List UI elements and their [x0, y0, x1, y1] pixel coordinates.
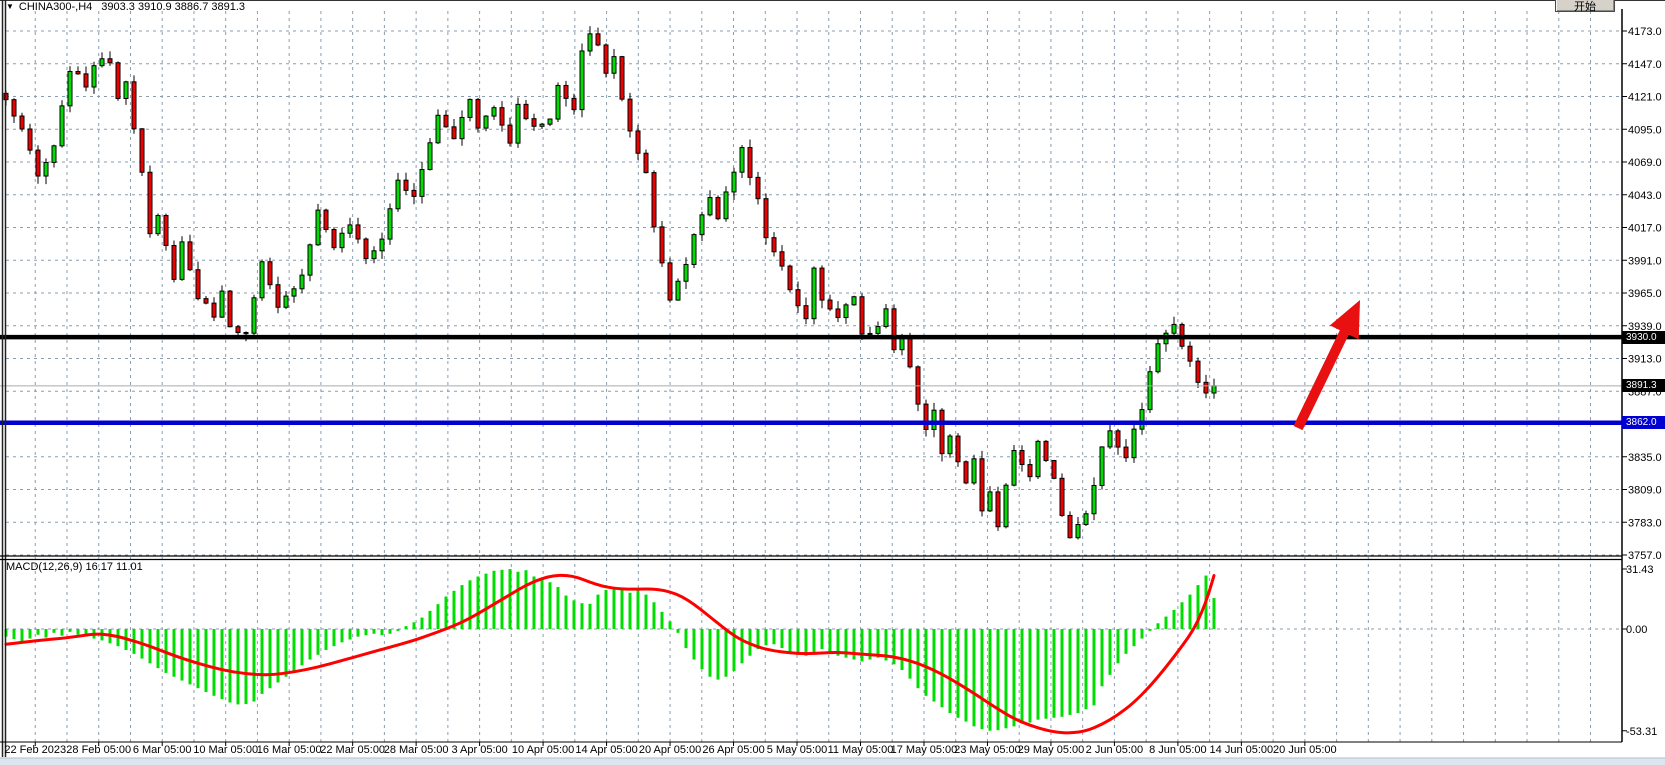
svg-text:0.00: 0.00: [1626, 624, 1647, 636]
svg-text:3 Apr 05:00: 3 Apr 05:00: [451, 744, 507, 756]
svg-text:23 May 05:00: 23 May 05:00: [954, 744, 1021, 756]
svg-text:3783.0: 3783.0: [1628, 517, 1662, 529]
time-axis: 22 Feb 202328 Feb 05:006 Mar 05:0010 Mar…: [4, 742, 1336, 756]
start-button[interactable]: 开始: [1555, 0, 1615, 12]
svg-text:3757.0: 3757.0: [1628, 550, 1662, 562]
svg-text:3835.0: 3835.0: [1628, 452, 1662, 464]
svg-text:22 Mar 05:00: 22 Mar 05:00: [320, 744, 385, 756]
svg-text:4173.0: 4173.0: [1628, 26, 1662, 38]
svg-text:26 Apr 05:00: 26 Apr 05:00: [702, 744, 764, 756]
ohlc-values: 3903.3 3910.9 3886.7 3891.3: [101, 1, 245, 13]
svg-text:4069.0: 4069.0: [1628, 157, 1662, 169]
svg-text:17 May 05:00: 17 May 05:00: [891, 744, 958, 756]
price-badge-support: 3862.0: [1622, 416, 1665, 429]
svg-text:-53.31: -53.31: [1626, 726, 1657, 738]
chart-canvas[interactable]: 4173.0 4147.0 4121.0 4095.0 4069.0 4043.0 4017…: [0, 0, 1665, 765]
svg-text:6 Mar 05:00: 6 Mar 05:00: [133, 744, 192, 756]
svg-text:31.43: 31.43: [1626, 564, 1654, 576]
svg-text:14 Apr 05:00: 14 Apr 05:00: [575, 744, 637, 756]
svg-text:4121.0: 4121.0: [1628, 92, 1662, 104]
svg-text:8 Jun 05:00: 8 Jun 05:00: [1149, 744, 1207, 756]
svg-text:5 May 05:00: 5 May 05:00: [767, 744, 828, 756]
svg-text:3809.0: 3809.0: [1628, 485, 1662, 497]
price-badge-last-price: 3891.3: [1622, 379, 1665, 392]
svg-text:4043.0: 4043.0: [1628, 190, 1662, 202]
svg-text:10 Mar 05:00: 10 Mar 05:00: [193, 744, 258, 756]
svg-text:2 Jun 05:00: 2 Jun 05:00: [1086, 744, 1144, 756]
svg-text:29 May 05:00: 29 May 05:00: [1018, 744, 1085, 756]
collapse-triangle-icon[interactable]: ▼: [6, 2, 14, 11]
svg-text:4017.0: 4017.0: [1628, 223, 1662, 235]
price-badge-resistance: 3930.0: [1622, 331, 1665, 344]
macd-indicator-label: MACD(12,26,9) 16.17 11.01: [6, 561, 143, 573]
svg-text:20 Jun 05:00: 20 Jun 05:00: [1273, 744, 1337, 756]
svg-text:28 Feb 05:00: 28 Feb 05:00: [66, 744, 131, 756]
svg-text:11 May 05:00: 11 May 05:00: [828, 744, 894, 756]
svg-text:20 Apr 05:00: 20 Apr 05:00: [639, 744, 701, 756]
svg-text:3913.0: 3913.0: [1628, 354, 1662, 366]
chart-title: ▼ CHINA300-,H4 3903.3 3910.9 3886.7 3891.3: [6, 1, 245, 13]
svg-text:4147.0: 4147.0: [1628, 59, 1662, 71]
chart-window: 4173.0 4147.0 4121.0 4095.0 4069.0 4043.0 4017…: [0, 0, 1665, 765]
svg-text:22 Feb 2023: 22 Feb 2023: [4, 744, 66, 756]
svg-text:4095.0: 4095.0: [1628, 124, 1662, 136]
svg-text:3991.0: 3991.0: [1628, 255, 1662, 267]
svg-text:10 Apr 05:00: 10 Apr 05:00: [512, 744, 574, 756]
svg-text:16 Mar 05:00: 16 Mar 05:00: [257, 744, 322, 756]
svg-text:3965.0: 3965.0: [1628, 288, 1662, 300]
svg-text:28 Mar 05:00: 28 Mar 05:00: [384, 744, 449, 756]
svg-text:14 Jun 05:00: 14 Jun 05:00: [1210, 744, 1274, 756]
symbol-timeframe-label: CHINA300-,H4: [19, 1, 92, 13]
